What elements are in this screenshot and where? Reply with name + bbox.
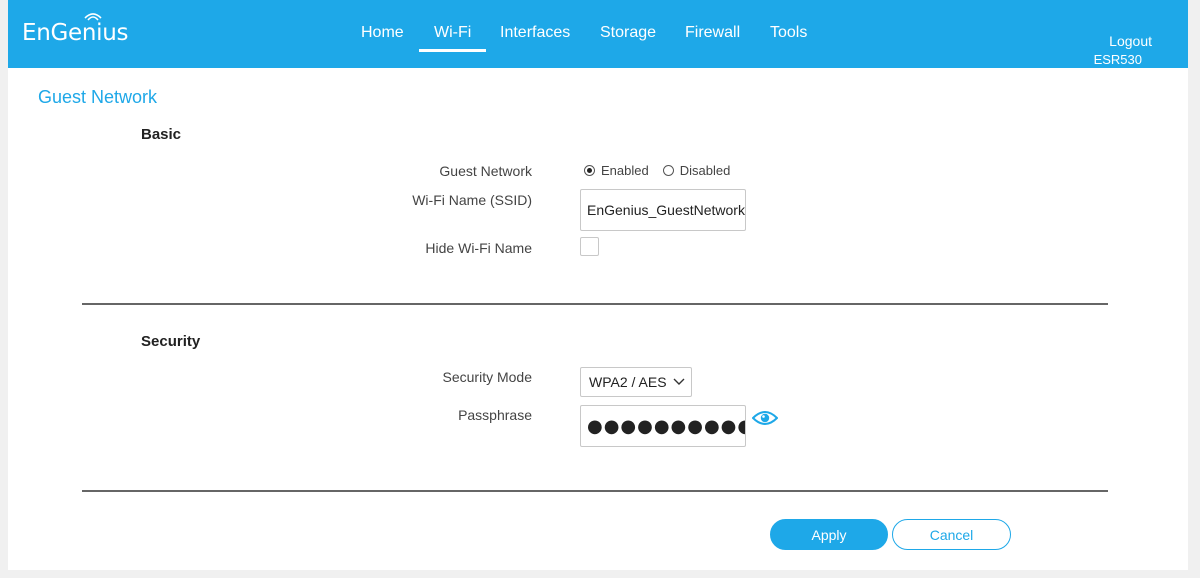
chevron-down-icon — [673, 378, 685, 385]
engenius-logo: EnGenius — [22, 20, 129, 46]
enabled-radio-label[interactable]: Enabled — [601, 163, 649, 178]
security-mode-label: Security Mode — [442, 369, 532, 385]
ssid-input[interactable]: EnGenius_GuestNetwork — [580, 189, 746, 231]
passphrase-label: Passphrase — [458, 407, 532, 423]
guest-network-label: Guest Network — [439, 163, 532, 179]
security-mode-value: WPA2 / AES — [589, 374, 667, 390]
apply-button[interactable]: Apply — [770, 519, 888, 550]
nav-tools[interactable]: Tools — [770, 24, 807, 42]
eye-icon[interactable] — [752, 409, 778, 427]
ssid-label: Wi-Fi Name (SSID) — [412, 192, 532, 208]
section-title-security: Security — [141, 333, 201, 350]
hide-wifi-name-label: Hide Wi-Fi Name — [425, 240, 532, 256]
passphrase-input[interactable]: ●●●●●●●●●●●● — [580, 405, 746, 447]
page-title: Guest Network — [38, 87, 158, 107]
nav-interfaces[interactable]: Interfaces — [500, 24, 570, 42]
cancel-button[interactable]: Cancel — [892, 519, 1011, 550]
wifi-arc-icon — [84, 13, 102, 21]
logout-link[interactable]: Logout — [1109, 33, 1152, 49]
disabled-radio-label[interactable]: Disabled — [680, 163, 731, 178]
section-title-basic: Basic — [141, 126, 182, 143]
page-frame — [8, 0, 1188, 570]
top-navigation-bar: EnGenius Home Wi-Fi Interfaces Storage F… — [8, 0, 1188, 68]
security-mode-select[interactable]: WPA2 / AES — [580, 367, 692, 397]
disabled-radio[interactable] — [662, 165, 674, 176]
enabled-radio[interactable] — [584, 165, 595, 176]
guest-network-radio-group: Enabled Disabled — [584, 163, 744, 178]
device-model: ESR530 — [1093, 52, 1142, 67]
nav-home[interactable]: Home — [361, 24, 404, 42]
nav-wifi[interactable]: Wi-Fi — [418, 24, 487, 52]
section-divider — [82, 490, 1108, 492]
section-divider — [82, 303, 1108, 305]
nav-firewall[interactable]: Firewall — [685, 24, 740, 42]
hide-wifi-name-checkbox[interactable] — [580, 237, 599, 256]
nav-storage[interactable]: Storage — [600, 24, 656, 42]
